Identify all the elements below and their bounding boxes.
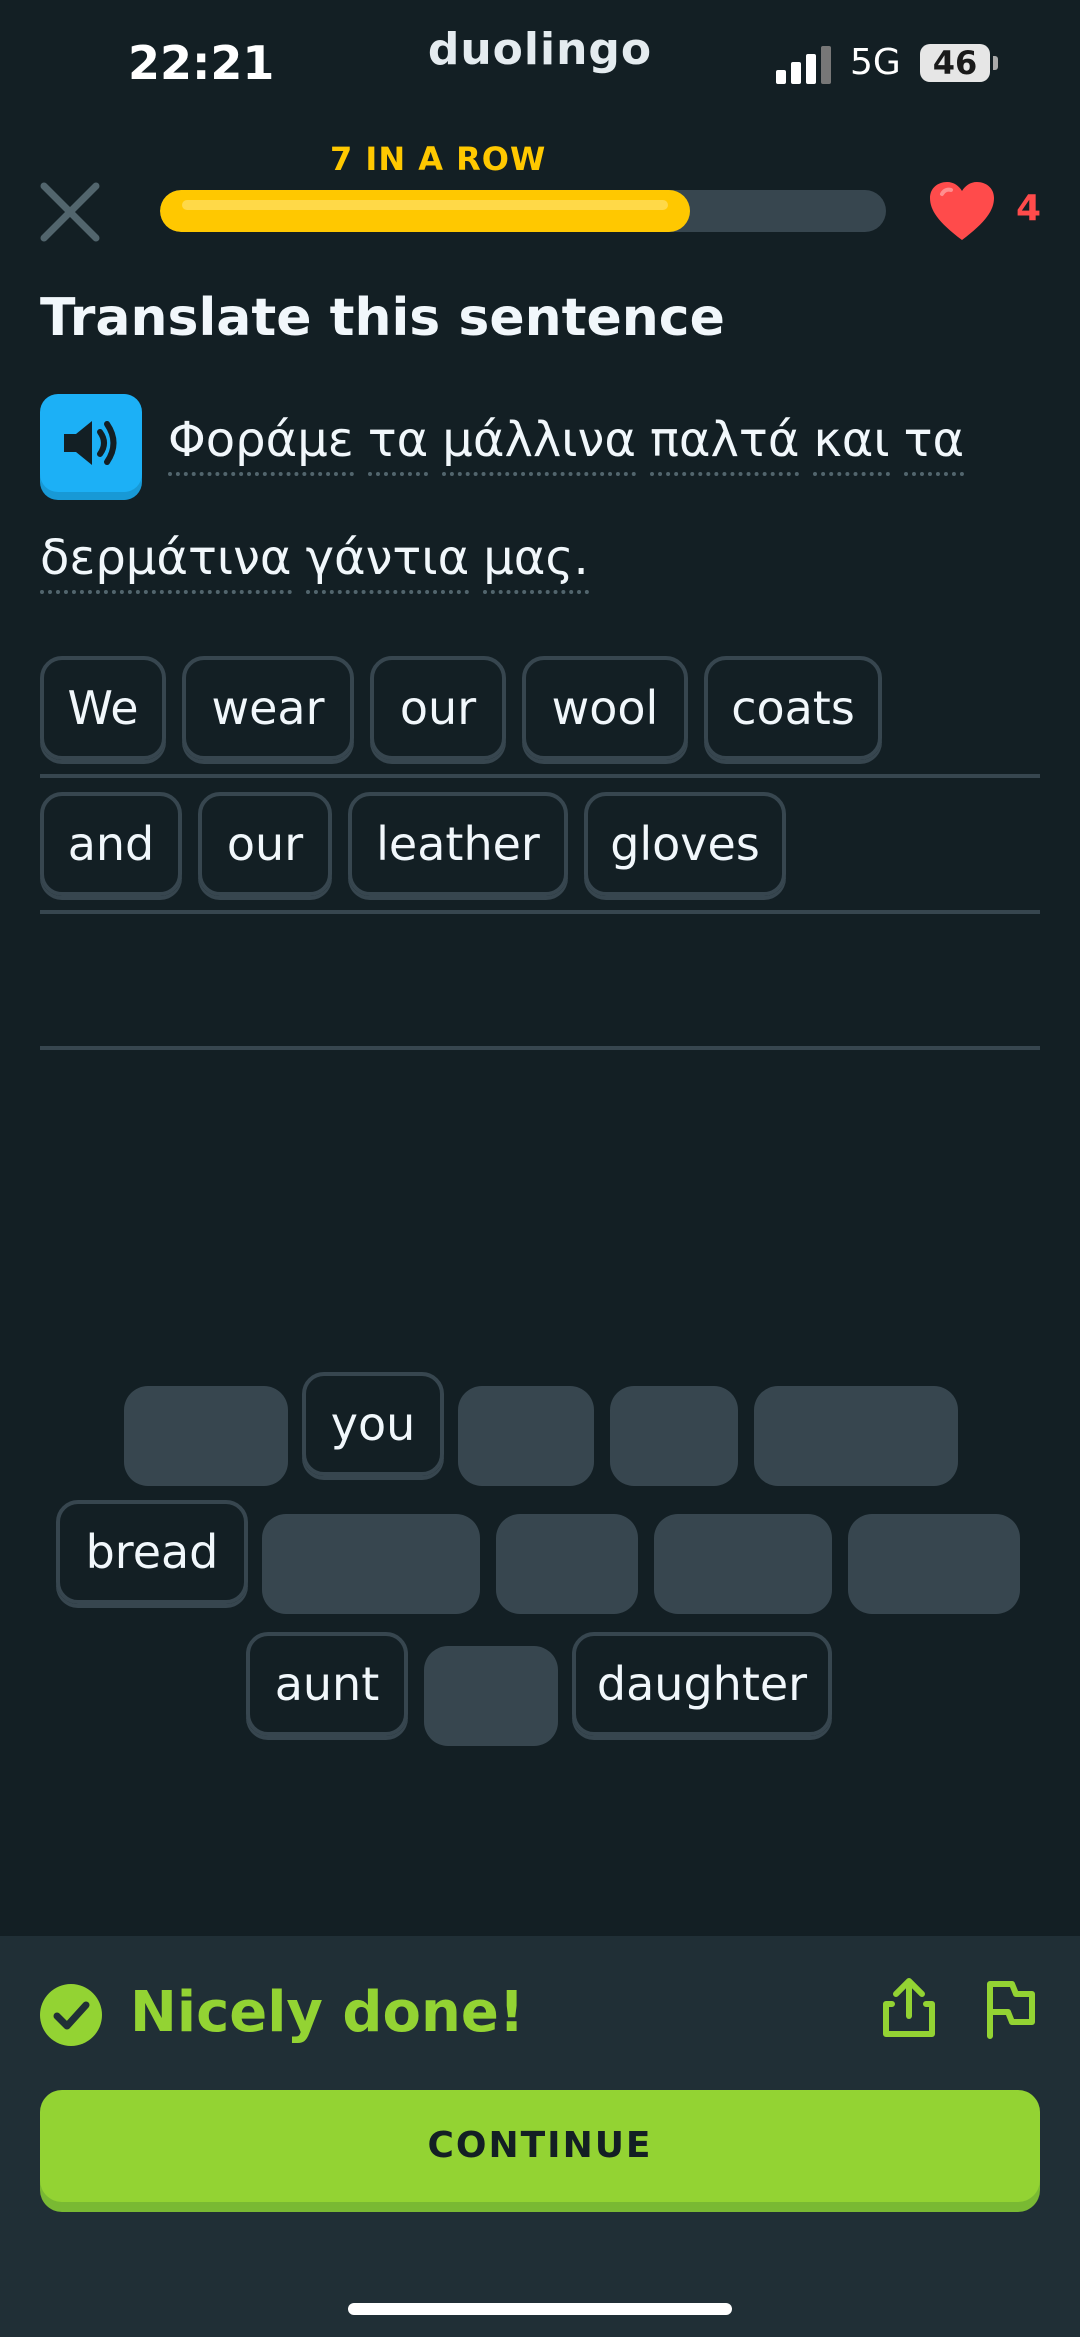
hearts-count: 4 (1016, 188, 1042, 229)
speaker-button[interactable] (40, 394, 142, 492)
battery-icon (993, 56, 998, 70)
word-bank-chip-aunt[interactable]: aunt (246, 1632, 408, 1736)
greek-word[interactable]: και (813, 412, 890, 476)
greek-word[interactable]: μας. (483, 530, 589, 594)
answer-chip[interactable]: our (370, 656, 506, 760)
heart-icon[interactable] (928, 180, 996, 242)
battery-level: 46 (920, 44, 990, 82)
used-word-slot (496, 1514, 638, 1614)
answer-chip[interactable]: and (40, 792, 182, 896)
answer-chip[interactable]: gloves (584, 792, 786, 896)
share-icon[interactable] (880, 1976, 938, 2040)
used-word-slot (610, 1386, 738, 1486)
flag-icon[interactable] (982, 1976, 1038, 2040)
word-bank-chip-bread[interactable]: bread (56, 1500, 248, 1604)
sentence-line-1: Φοράμε τα μάλλινα παλτά και τα (168, 412, 978, 476)
greek-word[interactable]: Φοράμε (168, 412, 354, 476)
answer-chip[interactable]: coats (704, 656, 882, 760)
progress-bar (160, 190, 886, 232)
answer-chip[interactable]: wool (522, 656, 688, 760)
used-word-slot (654, 1514, 832, 1614)
feedback-message: Nicely done! (130, 1980, 525, 2045)
answer-chip[interactable]: leather (348, 792, 568, 896)
word-bank-chip-you[interactable]: you (302, 1372, 444, 1476)
answer-chip[interactable]: our (198, 792, 332, 896)
answer-line (40, 910, 1040, 914)
app-name: duolingo (427, 24, 653, 75)
used-word-slot (458, 1386, 594, 1486)
home-indicator[interactable] (348, 2303, 732, 2315)
greek-word[interactable]: τα (367, 412, 429, 476)
progress-shine (182, 200, 668, 210)
sentence-line-2: δερμάτινα γάντια μας. (40, 530, 603, 594)
used-word-slot (124, 1386, 288, 1486)
greek-word[interactable]: δερμάτινα (40, 530, 292, 594)
speaker-icon (64, 421, 117, 465)
answer-line (40, 1046, 1040, 1050)
signal-icon (776, 46, 836, 84)
greek-word[interactable]: τα (903, 412, 965, 476)
used-word-slot (848, 1514, 1020, 1614)
greek-word[interactable]: μάλλινα (442, 412, 636, 476)
used-word-slot (754, 1386, 958, 1486)
greek-word[interactable]: παλτά (649, 412, 800, 476)
word-bank-chip-daughter[interactable]: daughter (572, 1632, 832, 1736)
used-word-slot (424, 1646, 558, 1746)
network-type: 5G (850, 42, 901, 83)
answer-line (40, 774, 1040, 778)
progress-fill (160, 190, 690, 232)
greek-word[interactable]: γάντια (305, 530, 470, 594)
streak-label: 7 IN A ROW (330, 140, 547, 178)
answer-chip[interactable]: wear (182, 656, 354, 760)
answer-chip[interactable]: We (40, 656, 166, 760)
continue-button[interactable]: CONTINUE (40, 2090, 1040, 2202)
close-icon[interactable] (38, 180, 102, 244)
used-word-slot (262, 1514, 480, 1614)
checkmark-icon (40, 1984, 102, 2046)
instruction-title: Translate this sentence (40, 288, 725, 348)
